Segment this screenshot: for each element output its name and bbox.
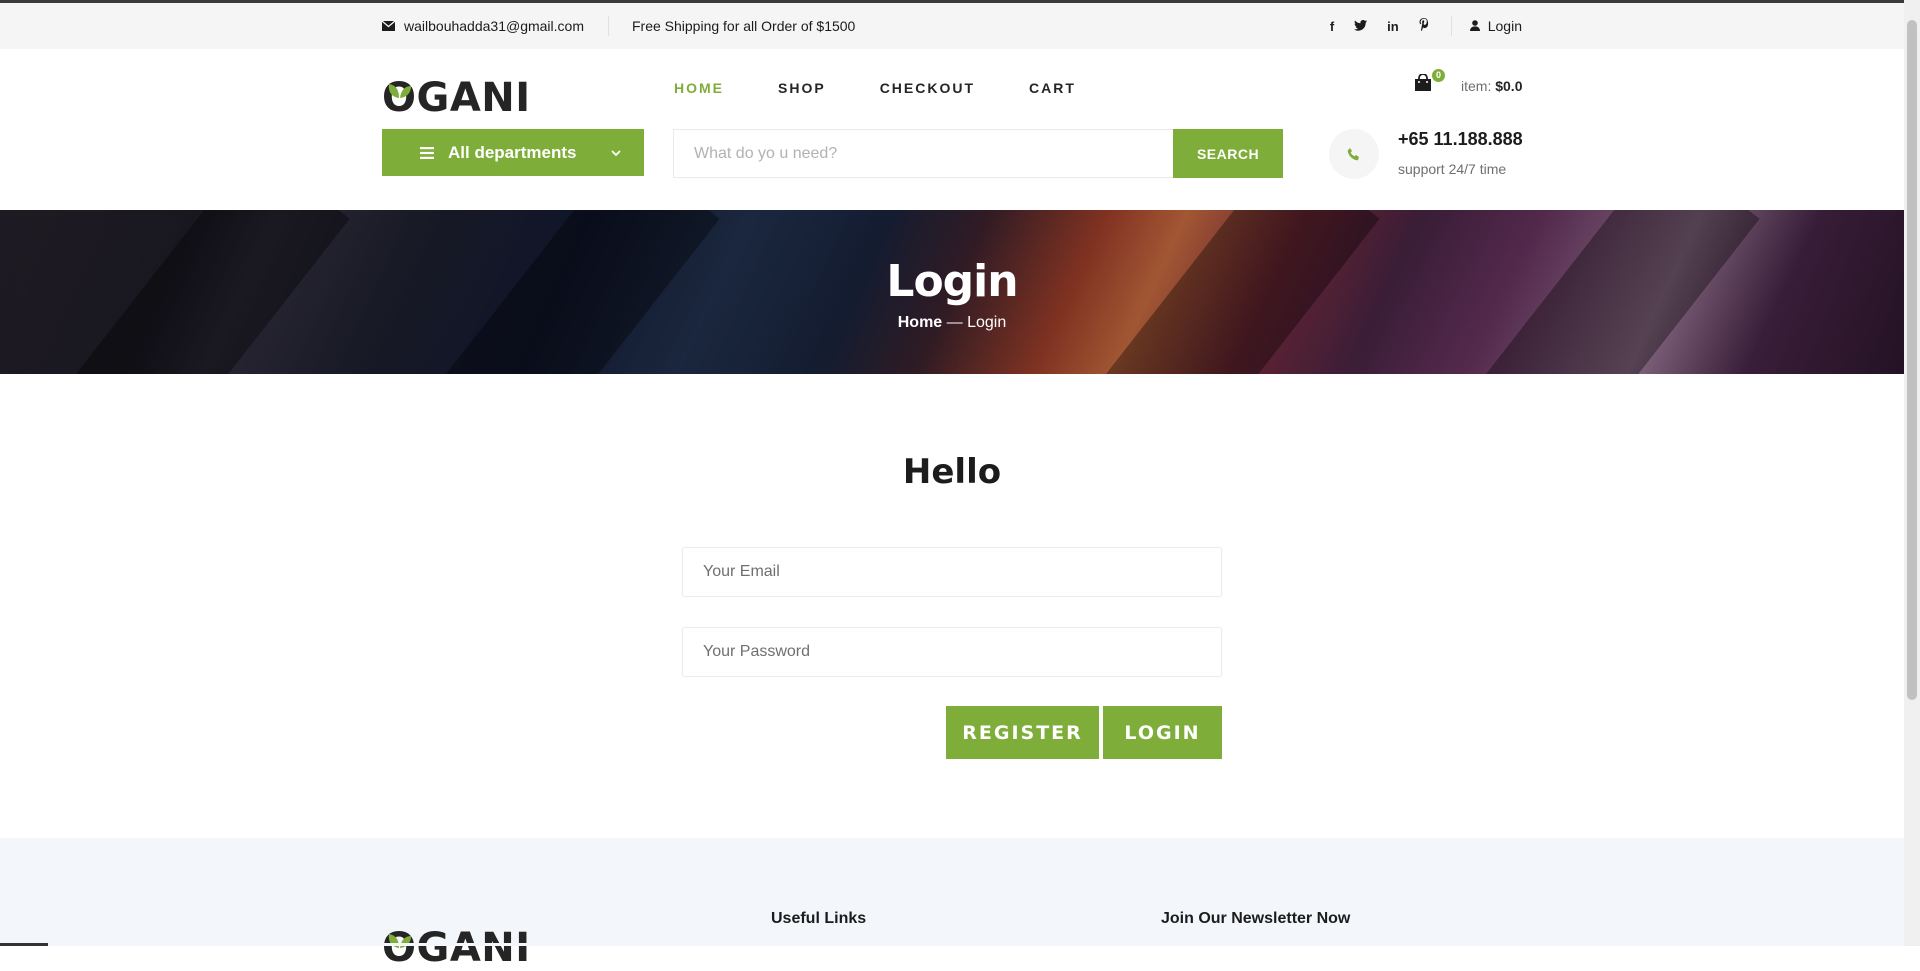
user-icon xyxy=(1469,18,1480,34)
breadcrumb-current: Login xyxy=(967,314,1007,331)
header-top-bar: wailbouhadda31@gmail.com Free Shipping f… xyxy=(0,3,1904,49)
site-logo[interactable]: OGANI xyxy=(382,78,531,118)
header-top-right: f in Login xyxy=(1330,3,1522,49)
cart-count-badge: 0 xyxy=(1432,69,1445,82)
divider xyxy=(1450,16,1452,36)
hamburger-icon xyxy=(420,146,434,159)
linkedin-icon[interactable]: in xyxy=(1387,19,1399,34)
breadcrumb-separator: — xyxy=(942,314,968,331)
cart-total: item: $0.0 xyxy=(1461,78,1522,94)
divider xyxy=(607,16,609,36)
login-heading: Hello xyxy=(902,452,1002,492)
scrollbar-thumb[interactable] xyxy=(1907,20,1917,700)
pinterest-icon[interactable] xyxy=(1419,18,1429,34)
nav-cart[interactable]: CART xyxy=(1029,80,1076,96)
search-button[interactable]: SEARCH xyxy=(1173,129,1283,178)
nav-home[interactable]: HOME xyxy=(674,80,724,96)
all-departments-label: All departments xyxy=(448,142,577,162)
cart-item-label: item: xyxy=(1461,78,1492,94)
shopping-bag-icon xyxy=(1414,73,1432,95)
chevron-down-icon xyxy=(610,142,622,162)
envelope-icon xyxy=(381,18,396,34)
leaf-icon xyxy=(387,66,413,106)
password-field-wrapper xyxy=(682,627,1222,677)
breadcrumb: Home — Login xyxy=(0,314,1904,332)
support-hours: support 24/7 time xyxy=(1398,161,1507,177)
email-contact[interactable]: wailbouhadda31@gmail.com xyxy=(381,18,584,34)
cart-button[interactable]: 0 xyxy=(1414,69,1445,96)
all-departments-button[interactable]: All departments xyxy=(382,129,644,176)
header-top-left: wailbouhadda31@gmail.com Free Shipping f… xyxy=(381,3,856,49)
breadcrumb-home[interactable]: Home xyxy=(898,314,942,331)
login-button[interactable]: LOGIN xyxy=(1103,706,1222,759)
support-phone-number: +65 11.188.888 xyxy=(1398,129,1523,149)
shipping-notice: Free Shipping for all Order of $1500 xyxy=(631,18,856,34)
footer-newsletter-heading: Join Our Newsletter Now xyxy=(1161,910,1351,927)
footer-logo[interactable]: OGANI xyxy=(382,928,531,968)
email-field[interactable] xyxy=(683,548,1221,596)
nav-shop[interactable]: SHOP xyxy=(778,80,826,96)
email-text: wailbouhadda31@gmail.com xyxy=(404,18,584,34)
footer-useful-links-heading: Useful Links xyxy=(771,910,867,927)
header-login-link[interactable]: Login xyxy=(1469,18,1522,34)
password-field[interactable] xyxy=(683,628,1221,676)
facebook-icon[interactable]: f xyxy=(1330,19,1334,34)
phone-icon xyxy=(1329,129,1379,179)
main-navigation: HOME SHOP CHECKOUT CART xyxy=(674,80,1076,96)
header-login-label: Login xyxy=(1487,18,1522,34)
register-button[interactable]: REGISTER xyxy=(946,706,1099,759)
nav-checkout[interactable]: CHECKOUT xyxy=(880,80,975,96)
breadcrumb-hero-banner: Login Home — Login xyxy=(0,210,1904,374)
cart-total-value: $0.0 xyxy=(1495,78,1523,94)
page-title: Login xyxy=(886,256,1018,307)
leaf-icon xyxy=(387,916,413,956)
twitter-icon[interactable] xyxy=(1354,19,1368,34)
email-field-wrapper xyxy=(682,547,1222,597)
social-links: f in xyxy=(1330,18,1429,34)
footer xyxy=(0,838,1904,946)
vertical-scrollbar[interactable] xyxy=(1904,0,1920,946)
